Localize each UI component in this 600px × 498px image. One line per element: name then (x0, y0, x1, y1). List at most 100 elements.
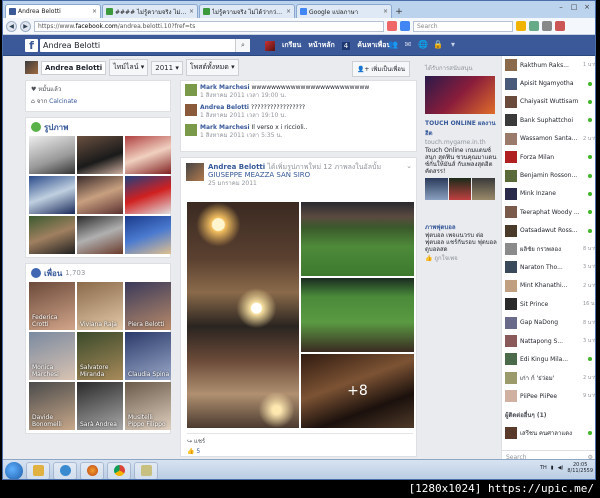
friend-tile[interactable]: Salvatore Miranda (77, 332, 123, 380)
address-bar[interactable]: https://www.facebook.com/andrea.belotti.… (34, 20, 384, 32)
nav-home-link[interactable]: หน้าหลัก (308, 40, 334, 51)
photo-thumbnail[interactable] (29, 216, 75, 254)
network-icon[interactable]: ▮ (551, 465, 554, 471)
post-author[interactable]: Andrea Belotti (208, 163, 265, 171)
friend-tile[interactable]: Monica Marchesi (29, 332, 75, 380)
tab-article-2[interactable]: ไม่รู้ความจริง ไม่ได้ว่ากว่า... × (199, 4, 295, 18)
close-tab-icon[interactable]: × (189, 8, 194, 15)
album-photo-stadium-1[interactable] (301, 202, 414, 276)
ad-image-strip[interactable] (425, 178, 496, 200)
profile-avatar[interactable] (265, 40, 275, 51)
post-date[interactable]: 25 มกราคม 2011 (208, 180, 257, 187)
chat-contact[interactable]: PiiPee PiiPee 9 นาที (502, 387, 595, 405)
facebook-search-input[interactable]: Andrea Belotti (40, 39, 250, 52)
nav-find-friends-link[interactable]: ค้นหาเพื่อน (357, 40, 391, 51)
downloads-icon[interactable] (529, 21, 539, 31)
taskbar-chrome[interactable] (107, 461, 131, 479)
chat-contact[interactable]: ผลิชัย กรวพลอง 8 นาที (502, 240, 595, 258)
chat-contact[interactable]: Teeraphat Woody ... (502, 203, 595, 221)
ad-domain[interactable]: touch.mygame.in.th (425, 139, 497, 146)
friends-header[interactable]: เพื่อน 1,703 (26, 264, 170, 282)
chat-contact[interactable]: Gap NaDong 8 นาที (502, 313, 595, 331)
chat-contact[interactable]: Wassamon Santa... 2 นาที (502, 130, 595, 148)
chat-contact[interactable]: Naraton Tho... 3 นาที (502, 258, 595, 276)
chat-contact[interactable]: Chaiyasit Wuttisarn (502, 93, 595, 111)
commenter-avatar[interactable] (185, 104, 197, 116)
nav-profile-link[interactable]: เกรียน (282, 40, 301, 51)
language-indicator[interactable]: TH (540, 465, 547, 471)
friend-tile[interactable]: Sarà Andrea (77, 382, 123, 430)
taskbar-ie[interactable] (53, 461, 77, 479)
timeline-dropdown[interactable]: ไทม์ไลน์ ▾ (109, 59, 149, 76)
new-tab-button[interactable]: + (393, 6, 405, 18)
friend-tile[interactable]: Davide Bonomelli (29, 382, 75, 430)
privacy-shortcuts-icon[interactable]: 🔒 (433, 40, 443, 50)
photo-thumbnail[interactable] (125, 136, 171, 174)
chat-contact[interactable]: Oatsadawut Ross... (502, 222, 595, 240)
close-tab-icon[interactable]: × (92, 8, 97, 15)
friend-requests-icon[interactable]: 👥 (388, 40, 398, 50)
photo-thumbnail[interactable] (29, 136, 75, 174)
back-button[interactable]: ◀ (6, 20, 17, 32)
account-menu-icon[interactable]: ▾ (448, 40, 458, 50)
close-window-button[interactable]: × (582, 3, 592, 11)
taskbar-explorer[interactable] (26, 461, 50, 479)
share-icon[interactable]: ↪ (187, 438, 192, 445)
ad-football-title[interactable]: ภาพฟุตบอล (425, 222, 497, 232)
album-link[interactable]: GIUSEPPE MEAZZA SAN SIRO (208, 171, 310, 179)
messages-icon[interactable]: ✉ (403, 40, 413, 50)
album-photo-stadium-2[interactable] (301, 278, 414, 352)
photos-header[interactable]: รูปภาพ (26, 118, 170, 136)
ad-like-page[interactable]: 👍 ถูกใจเพจ (425, 253, 497, 263)
timeline-name[interactable]: Andrea Belotti (41, 60, 107, 75)
close-tab-icon[interactable]: × (286, 8, 291, 15)
ad-image[interactable] (425, 76, 495, 114)
more-photos-overlay[interactable]: +8 (301, 354, 414, 428)
photo-thumbnail[interactable] (125, 176, 171, 214)
commenter-avatar[interactable] (185, 124, 197, 136)
chat-contact[interactable]: Sit Prince16 นาที (502, 295, 595, 313)
chat-contact[interactable]: Nattapong S... 3 นาที (502, 332, 595, 350)
close-tab-icon[interactable]: × (383, 8, 388, 15)
commenter-name[interactable]: Andrea Belotti (200, 104, 249, 111)
photo-thumbnail[interactable] (77, 216, 123, 254)
photo-thumbnail[interactable] (77, 176, 123, 214)
year-dropdown[interactable]: 2011 ▾ (151, 60, 183, 75)
commenter-name[interactable]: Mark Marchesi (200, 84, 250, 91)
commenter-avatar[interactable] (185, 84, 197, 96)
chat-contact[interactable]: Forza Milan (502, 148, 595, 166)
friend-tile[interactable]: Claudia Spina (125, 332, 171, 380)
post-likes[interactable]: 👍 5 (187, 448, 200, 455)
chat-contact[interactable]: เก่า ก์ 'ธ่ว่อม' 2 นาที (502, 369, 595, 387)
chat-contact[interactable]: Benjamin Rosson... (502, 166, 595, 184)
chat-contact[interactable]: Apisit Ngamyotha (502, 74, 595, 92)
taskbar-app[interactable] (134, 461, 158, 479)
home-icon[interactable] (542, 21, 552, 31)
chat-contact[interactable]: Mink Inzane (502, 185, 595, 203)
tab-google-translate[interactable]: Google แปลภาษา × (296, 4, 392, 18)
ad-title[interactable]: TOUCH ONLINE ผลงานฮิต (425, 118, 497, 138)
chat-contact[interactable]: Rakthum Raks... 1 นาที (502, 56, 595, 74)
reload-icon[interactable] (387, 21, 397, 31)
clock[interactable]: 20:05 8/11/2559 (567, 462, 593, 474)
taskbar-firefox[interactable] (80, 461, 104, 479)
post-options-chevron-icon[interactable]: ⌄ (406, 162, 412, 170)
start-button[interactable] (5, 461, 23, 479)
notifications-icon[interactable]: 🌐 (418, 40, 428, 50)
more-contacts-header[interactable]: ผู้ติดต่ออื่นๆ (1) (502, 405, 595, 423)
forward-button[interactable]: ▶ (20, 20, 31, 32)
photo-thumbnail[interactable] (77, 136, 123, 174)
share-button[interactable]: แชร์ (194, 438, 205, 445)
bookmarks-icon[interactable] (516, 21, 526, 31)
friend-tile[interactable]: Viviana Raja (77, 282, 123, 330)
menu-icon[interactable] (555, 21, 565, 31)
photo-thumbnail[interactable] (29, 176, 75, 214)
tab-andrea-belotti[interactable]: Andrea Belotti × (5, 4, 101, 18)
chat-contact[interactable]: Mint Khanathi... 2 นาที (502, 277, 595, 295)
chat-contact[interactable]: Edi Kingu Mila... (502, 350, 595, 368)
commenter-name[interactable]: Mark Marchesi (200, 124, 250, 131)
friend-tile[interactable]: Piera Belotti (125, 282, 171, 330)
add-friend-button[interactable]: 👤+ เพิ่มเป็นเพื่อน (351, 61, 410, 77)
friend-tile[interactable]: Musitelli Pippo Filippo (125, 382, 171, 430)
search-icon[interactable]: ⌕ (235, 39, 250, 52)
